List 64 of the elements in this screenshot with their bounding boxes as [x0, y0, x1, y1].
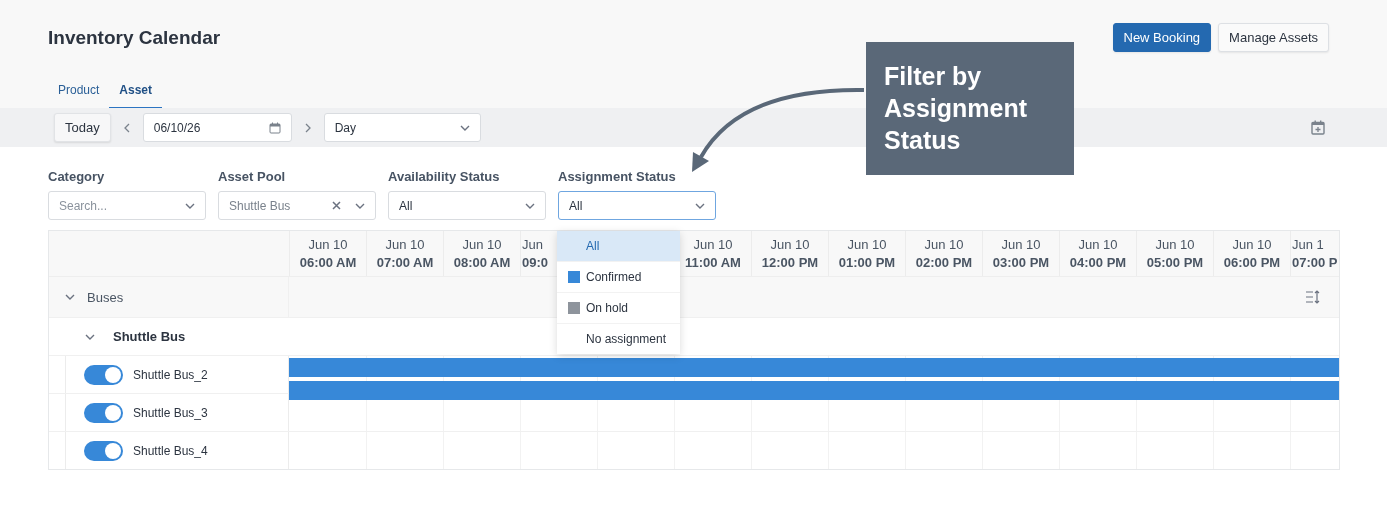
previous-icon[interactable]: [123, 122, 130, 133]
column-time: 08:00 AM: [453, 255, 511, 270]
column-date: Jun 10: [385, 237, 425, 252]
calendar-add-icon[interactable]: [1311, 120, 1325, 135]
column-date: Jun 10: [308, 237, 348, 252]
column-time: 05:00 PM: [1146, 255, 1204, 270]
view-select[interactable]: Day: [323, 113, 481, 142]
column-time: 07:00 AM: [376, 255, 434, 270]
dropdown-option[interactable]: No assignment: [557, 324, 680, 354]
manage-button[interactable]: Manage Assets: [1218, 23, 1329, 52]
row-height-icon[interactable]: [1305, 290, 1321, 304]
toggle-switch[interactable]: [84, 402, 123, 423]
chevron-down-icon: [695, 202, 705, 209]
today-button[interactable]: Today: [54, 113, 111, 142]
page-title: Inventory Calendar: [48, 26, 221, 49]
calendar-icon[interactable]: [268, 121, 281, 134]
asset-name: Shuttle Bus_3: [133, 405, 208, 420]
column-time: 07:00 P: [1292, 255, 1338, 270]
filter-label: Category: [48, 169, 106, 184]
chevron-down-icon[interactable]: [85, 333, 95, 340]
date-field[interactable]: 06/10/26: [142, 113, 292, 142]
column-date: Jun 1: [1292, 237, 1324, 252]
toggle-switch[interactable]: [84, 440, 123, 461]
column-date: Jun 10: [1232, 237, 1272, 252]
column-date: Jun 10: [770, 237, 810, 252]
column-date: Jun 10: [1155, 237, 1195, 252]
filter-select[interactable]: All: [388, 191, 546, 220]
column-time: 03:00 PM: [992, 255, 1050, 270]
filter-label: Availability Status: [388, 169, 501, 184]
dropdown-option[interactable]: Confirmed: [557, 262, 680, 293]
filter-label: Assignment Status: [558, 169, 677, 184]
column-time: 02:00 PM: [915, 255, 973, 270]
filter-select[interactable]: All: [558, 191, 716, 220]
column-time: 06:00 AM: [299, 255, 357, 270]
callout-label: Filter by Assignment Status: [866, 42, 1074, 175]
column-time: 04:00 PM: [1069, 255, 1127, 270]
chevron-down-icon: [185, 202, 195, 209]
column-date: Jun 10: [924, 237, 964, 252]
dropdown-option[interactable]: All: [557, 231, 680, 262]
tab[interactable]: Product: [48, 78, 110, 109]
dropdown-option[interactable]: On hold: [557, 293, 680, 324]
group-name: Buses: [87, 289, 124, 305]
column-date: Jun 10: [847, 237, 887, 252]
chevron-down-icon[interactable]: [65, 294, 75, 300]
asset-name: Shuttle Bus_2: [133, 367, 208, 382]
subgroup-name: Shuttle Bus: [113, 329, 186, 344]
column-date: Jun 10: [462, 237, 502, 252]
chevron-down-icon: [355, 202, 365, 209]
column-time: 12:00 PM: [761, 255, 819, 270]
new-booking-button[interactable]: New Booking: [1112, 23, 1212, 52]
column-date: Jun: [522, 237, 543, 252]
filter-label: Asset Pool: [218, 169, 287, 184]
chevron-down-icon: [459, 124, 470, 131]
column-time: 06:00 PM: [1223, 255, 1281, 270]
asset-name: Shuttle Bus_4: [133, 443, 208, 458]
column-time: 11:00 AM: [685, 255, 741, 270]
column-time: 09:0: [522, 255, 549, 270]
next-icon[interactable]: [304, 122, 311, 133]
column-date: Jun 10: [1001, 237, 1041, 252]
toggle-switch[interactable]: [84, 364, 123, 385]
column-date: Jun 10: [1078, 237, 1118, 252]
column-time: 01:00 PM: [838, 255, 896, 270]
chevron-down-icon: [525, 202, 535, 209]
column-date: Jun 10: [693, 237, 733, 252]
